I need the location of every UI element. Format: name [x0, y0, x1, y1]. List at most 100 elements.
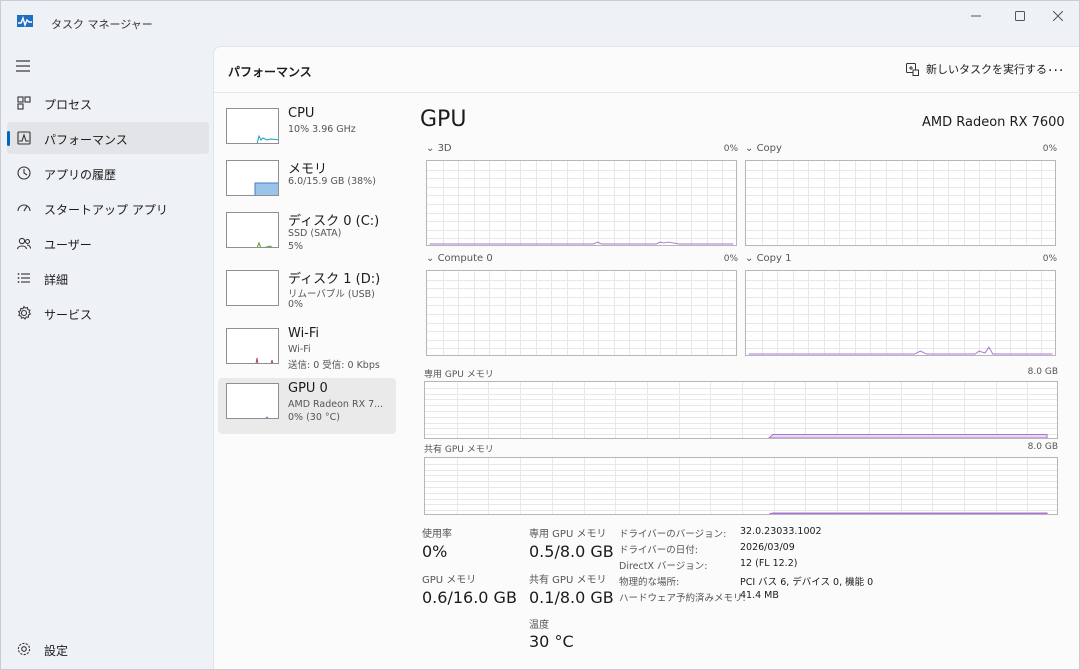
graph-compute0-label: Compute 0 — [437, 253, 493, 264]
maximize-icon — [1015, 11, 1025, 21]
shared-memory-value: 0.1/8.0 GB — [529, 588, 614, 607]
startup-icon — [17, 204, 31, 212]
detail-title: GPU — [420, 107, 467, 132]
device-item-disk-0[interactable]: ディスク 0 (C:) SSD (SATA) 5% — [218, 207, 396, 263]
graph-3d-selector[interactable]: ⌄ 3D — [426, 143, 452, 154]
graph-copy1-selector[interactable]: ⌄ Copy 1 — [745, 253, 791, 264]
device-subtitle: 10% 3.96 GHz — [288, 124, 356, 135]
content-header: パフォーマンス 新しいタスクを実行する ... — [214, 47, 1080, 93]
dedicated-memory-fill — [768, 434, 1048, 438]
graph-compute0-selector[interactable]: ⌄ Compute 0 — [426, 253, 493, 264]
run-new-task-button[interactable]: 新しいタスクを実行する — [906, 61, 1047, 77]
graph-compute0-percent: 0% — [723, 254, 738, 264]
device-thumbnail — [226, 108, 279, 144]
content-pane: パフォーマンス 新しいタスクを実行する ... CPU 10% 3.96 GHz… — [213, 46, 1080, 669]
nav-item-app-history[interactable]: アプリの履歴 — [7, 157, 209, 189]
graph-copy-selector[interactable]: ⌄ Copy — [745, 143, 782, 154]
graph-copy-percent: 0% — [1042, 144, 1057, 154]
shared-memory-graph-max: 8.0 GB — [1027, 442, 1058, 452]
reserved-memory-value: 41.4 MB — [740, 590, 779, 601]
nav-item-services[interactable]: サービス — [7, 297, 209, 329]
nav-item-details[interactable]: 詳細 — [7, 262, 209, 294]
device-item-memory[interactable]: メモリ 6.0/15.9 GB (38%) — [218, 155, 396, 211]
nav-item-label: プロセス — [44, 98, 93, 112]
graph-3d — [426, 160, 737, 246]
graph-grid — [746, 161, 1055, 245]
driver-date-key: ドライバーの日付: — [619, 545, 699, 556]
device-subtitle: リムーバブル (USB) — [288, 289, 375, 300]
nav-item-settings[interactable]: 設定 — [7, 633, 209, 665]
minimize-icon — [971, 15, 981, 17]
device-thumbnail — [226, 212, 279, 248]
gpu-model-name: AMD Radeon RX 7600 — [922, 115, 1065, 130]
page-title: パフォーマンス — [228, 65, 312, 79]
shared-memory-fill — [768, 512, 1048, 514]
nav-item-label: 詳細 — [44, 273, 69, 287]
nav-item-label: パフォーマンス — [44, 133, 128, 147]
device-item-disk-1[interactable]: ディスク 1 (D:) リムーバブル (USB) 0% — [218, 265, 396, 321]
nav-item-processes[interactable]: プロセス — [7, 87, 209, 119]
device-name: ディスク 0 (C:) — [288, 214, 380, 229]
cpu-mini-graph — [256, 134, 278, 143]
device-status: 送信: 0 受信: 0 Kbps — [288, 360, 380, 371]
dedicated-memory-graph — [424, 381, 1058, 439]
graph-compute0 — [426, 270, 737, 356]
settings-label: 設定 — [44, 644, 69, 658]
minimize-button[interactable] — [953, 5, 999, 27]
processes-icon — [17, 96, 31, 110]
dedicated-memory-label: 専用 GPU メモリ — [529, 529, 607, 540]
device-name: Wi-Fi — [288, 326, 320, 341]
nav-item-label: アプリの履歴 — [44, 168, 117, 182]
device-status: 0% (30 °C) — [288, 412, 340, 423]
app-title: タスク マネージャー — [51, 18, 153, 31]
gpu-memory-value: 0.6/16.0 GB — [422, 588, 517, 607]
usage-value: 0% — [422, 542, 448, 561]
selection-indicator — [7, 131, 10, 146]
dedicated-memory-value: 0.5/8.0 GB — [529, 542, 614, 561]
run-task-icon — [906, 62, 919, 76]
device-thumbnail — [226, 270, 279, 306]
temperature-label: 温度 — [529, 620, 549, 631]
driver-version-value: 32.0.23033.1002 — [740, 526, 822, 537]
device-item-cpu[interactable]: CPU 10% 3.96 GHz — [218, 103, 396, 159]
history-icon — [17, 166, 31, 180]
nav-item-label: スタートアップ アプリ — [44, 203, 168, 217]
directx-version-key: DirectX バージョン: — [619, 561, 708, 572]
nav-item-users[interactable]: ユーザー — [7, 227, 209, 259]
nav-item-performance[interactable]: パフォーマンス — [7, 122, 209, 154]
details-icon — [17, 273, 30, 283]
graph-copy — [745, 160, 1056, 246]
device-name: CPU — [288, 106, 315, 121]
title-bar: タスク マネージャー — [1, 1, 1079, 45]
graph-copy1-label: Copy 1 — [756, 253, 792, 264]
device-subtitle: SSD (SATA) — [288, 228, 342, 239]
close-icon — [1053, 11, 1063, 21]
driver-version-key: ドライバーのバージョン: — [619, 529, 727, 540]
device-item-wifi[interactable]: Wi-Fi Wi-Fi 送信: 0 受信: 0 Kbps — [218, 323, 396, 379]
run-task-label: 新しいタスクを実行する — [926, 63, 1047, 76]
device-thumbnail — [226, 328, 279, 364]
graph-copy1-line — [748, 346, 1053, 355]
task-manager-icon — [17, 15, 33, 27]
hamburger-menu-icon[interactable] — [15, 59, 31, 73]
device-name: GPU 0 — [288, 381, 328, 396]
device-item-gpu-0[interactable]: GPU 0 AMD Radeon RX 7... 0% (30 °C) — [218, 378, 396, 434]
dedicated-memory-graph-label: 専用 GPU メモリ — [424, 370, 494, 380]
device-subtitle: 6.0/15.9 GB (38%) — [288, 176, 376, 187]
device-status: 5% — [288, 241, 304, 252]
settings-gear-icon — [17, 642, 31, 656]
navigation-pane: プロセス パフォーマンス アプリの履歴 スタートアップ アプリ ユーザー 詳細 … — [1, 49, 213, 669]
shared-memory-graph-label: 共有 GPU メモリ — [424, 445, 494, 455]
close-button[interactable] — [1035, 5, 1080, 27]
services-icon — [17, 305, 32, 320]
device-status: 0% — [288, 299, 304, 310]
more-options-button[interactable]: ... — [1048, 59, 1064, 75]
device-name: メモリ — [288, 162, 328, 177]
shared-memory-label: 共有 GPU メモリ — [529, 575, 607, 586]
device-subtitle: Wi-Fi — [288, 344, 311, 355]
temperature-value: 30 °C — [529, 632, 574, 651]
nav-item-startup-apps[interactable]: スタートアップ アプリ — [7, 192, 209, 224]
directx-version-value: 12 (FL 12.2) — [740, 558, 798, 569]
device-thumbnail — [226, 383, 279, 419]
users-icon — [16, 237, 32, 250]
